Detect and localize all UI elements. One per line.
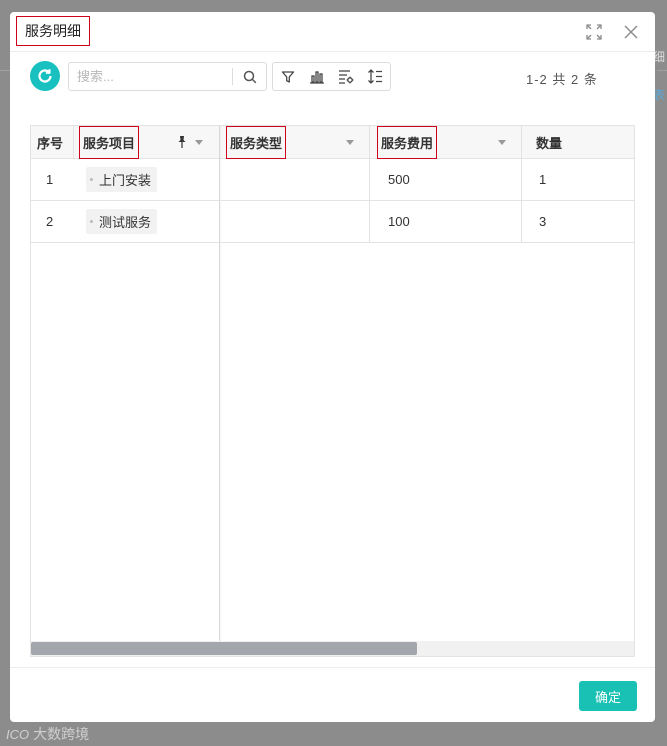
cell-quantity: 1 xyxy=(539,172,547,187)
column-header-quantity[interactable]: 数量 xyxy=(536,126,626,159)
grid-toolbar: 1-2 共 2 条 xyxy=(10,58,655,94)
column-header-label: 服务费用 xyxy=(377,126,438,159)
filter-icon xyxy=(281,70,294,83)
fullscreen-icon[interactable] xyxy=(585,23,603,41)
row-height-button[interactable] xyxy=(360,63,389,90)
cell-index: 1 xyxy=(46,172,54,187)
watermark-text: 大数跨境 xyxy=(33,726,90,742)
column-header-label: 序号 xyxy=(37,136,64,151)
refresh-button[interactable] xyxy=(30,61,60,91)
scrollbar-thumb[interactable] xyxy=(31,642,417,655)
tag-dot xyxy=(90,220,93,223)
chart-button[interactable] xyxy=(302,63,331,90)
service-item-tag[interactable]: 测试服务 xyxy=(86,209,158,234)
row-height-icon xyxy=(367,69,382,84)
table-row[interactable]: 1 上门安装 500 1 xyxy=(31,159,634,201)
column-header-label: 服务项目 xyxy=(79,126,140,159)
horizontal-scrollbar[interactable] xyxy=(31,641,634,656)
sort-dropdown-service-type[interactable] xyxy=(346,140,354,145)
table-header: 序号 服务项目 服务类型 服务费用 数量 xyxy=(31,126,634,159)
cell-service-item: 测试服务 xyxy=(86,201,158,242)
cell-quantity: 3 xyxy=(539,214,547,229)
service-detail-table: 序号 服务项目 服务类型 服务费用 数量 1 上门安装 500 1 2 测试服务… xyxy=(30,125,635,657)
column-settings-button[interactable] xyxy=(331,63,360,90)
column-settings-icon xyxy=(338,70,353,84)
column-divider xyxy=(73,126,74,159)
background-divider xyxy=(657,70,667,71)
tag-label: 测试服务 xyxy=(99,215,152,230)
service-item-tag[interactable]: 上门安装 xyxy=(86,167,158,192)
cell-service-fee: 100 xyxy=(388,214,410,229)
search-box xyxy=(68,62,267,91)
pagination-summary: 1-2 共 2 条 xyxy=(526,72,598,87)
cell-index: 2 xyxy=(46,214,54,229)
modal-footer: 确定 xyxy=(10,667,655,722)
modal-header: 服务明细 xyxy=(10,12,655,52)
close-icon[interactable] xyxy=(622,23,640,41)
background-divider xyxy=(0,70,10,71)
pin-icon[interactable] xyxy=(175,135,189,149)
watermark-logo: ICO xyxy=(6,726,30,742)
sort-dropdown-service-item[interactable] xyxy=(195,140,203,145)
column-header-label: 数量 xyxy=(536,136,563,151)
cell-service-fee: 500 xyxy=(388,172,410,187)
filter-button[interactable] xyxy=(273,63,302,90)
table-row[interactable]: 2 测试服务 100 3 xyxy=(31,201,634,243)
sort-dropdown-service-fee[interactable] xyxy=(498,140,506,145)
search-button[interactable] xyxy=(233,63,266,90)
watermark: ICO 大数跨境 xyxy=(6,724,89,744)
bar-chart-icon xyxy=(309,70,324,84)
search-input[interactable] xyxy=(69,63,232,90)
cell-service-item: 上门安装 xyxy=(86,159,158,200)
service-detail-modal: 服务明细 搜索... 1-2 共 2 条 序号 服务项目 服务类型 服务费用 数… xyxy=(10,12,655,722)
search-icon xyxy=(243,70,256,83)
tool-button-group xyxy=(272,62,391,91)
column-header-label: 服务类型 xyxy=(226,126,287,159)
refresh-icon xyxy=(38,69,52,83)
column-header-index[interactable]: 序号 xyxy=(37,126,77,159)
tag-label: 上门安装 xyxy=(99,173,152,188)
confirm-button[interactable]: 确定 xyxy=(579,681,637,711)
modal-title: 服务明细 xyxy=(16,16,90,46)
tag-dot xyxy=(90,178,93,181)
